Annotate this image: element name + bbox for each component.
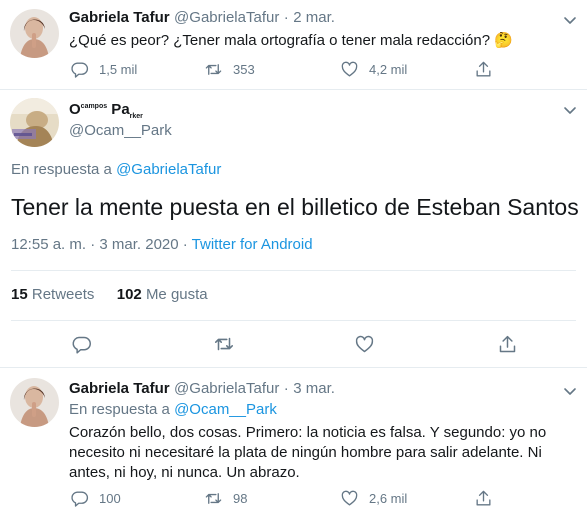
heart-icon <box>340 489 359 508</box>
retweet-icon <box>213 333 235 355</box>
reply-button[interactable]: 1,5 mil <box>70 59 137 79</box>
tweet-header: Gabriela Tafur @GabrielaTafur · 2 mar. <box>69 9 335 27</box>
divider <box>0 89 587 90</box>
reply-count: 1,5 mil <box>99 61 138 77</box>
divider <box>11 270 576 271</box>
reply-button[interactable]: 100 <box>70 488 121 508</box>
tweet-text: Corazón bello, dos cosas. Primero: la no… <box>69 424 547 481</box>
retweet-button[interactable]: 353 <box>204 59 255 79</box>
thinking-face-emoji: 🤔 <box>494 32 513 49</box>
avatar[interactable] <box>10 9 59 58</box>
likes-count: 102 <box>116 286 142 303</box>
name-part: rker <box>129 113 143 120</box>
likes-stat[interactable]: 102 Me gusta <box>117 286 208 303</box>
avatar[interactable] <box>10 98 59 147</box>
reply-icon <box>71 334 92 355</box>
chevron-down-icon[interactable] <box>562 383 578 399</box>
tweet-text: Tener la mente puesta en el billetico de… <box>11 194 579 220</box>
chevron-down-icon[interactable] <box>562 12 578 28</box>
heart-icon <box>354 334 375 355</box>
author-name[interactable]: Gabriela Tafur <box>69 380 170 397</box>
share-icon <box>474 489 493 508</box>
retweet-button[interactable]: 98 <box>204 488 247 508</box>
reply-button[interactable] <box>71 334 92 354</box>
tweet-header: Gabriela Tafur @GabrielaTafur · 3 mar. <box>69 380 335 398</box>
tweet-date[interactable]: 3 mar. <box>293 380 335 397</box>
share-button[interactable] <box>474 488 493 508</box>
separator: · <box>283 380 289 397</box>
retweets-count: 15 <box>11 286 28 303</box>
author-name[interactable]: Ocampos Parker <box>69 101 143 120</box>
chevron-down-icon[interactable] <box>562 102 578 118</box>
tweet-text: ¿Qué es peor? ¿Tener mala ortografía o t… <box>69 31 569 51</box>
name-part: Pa <box>107 101 130 118</box>
share-button[interactable] <box>474 59 493 79</box>
share-icon <box>497 334 518 355</box>
tweet-body: ¿Qué es peor? ¿Tener mala ortografía o t… <box>69 32 491 49</box>
reply-context: En respuesta a @Ocam__Park <box>69 401 277 418</box>
divider <box>0 367 587 368</box>
reply-to-link[interactable]: @Ocam__Park <box>174 401 277 418</box>
retweets-stat[interactable]: 15 Retweets <box>11 286 94 303</box>
retweet-icon <box>204 60 223 79</box>
reply-context: En respuesta a @GabrielaTafur <box>11 161 221 178</box>
like-button[interactable] <box>354 334 375 354</box>
author-handle[interactable]: @GabrielaTafur <box>174 380 279 397</box>
tweet-timestamp[interactable]: 12:55 a. m. · 3 mar. 2020 <box>11 236 179 253</box>
share-icon <box>474 60 493 79</box>
retweet-button[interactable] <box>213 334 235 354</box>
separator: · <box>283 9 289 26</box>
tweet-meta: 12:55 a. m. · 3 mar. 2020 · Twitter for … <box>11 236 313 253</box>
like-count: 2,6 mil <box>369 490 408 506</box>
heart-icon <box>340 60 359 79</box>
separator: · <box>182 236 188 253</box>
source-link[interactable]: Twitter for Android <box>192 236 313 253</box>
likes-label: Me gusta <box>145 286 208 303</box>
reply-prefix: En respuesta a <box>69 401 170 418</box>
tweet-stats: 15 Retweets 102 Me gusta <box>11 286 208 303</box>
name-part: O <box>69 101 81 118</box>
reply-count: 100 <box>99 490 121 506</box>
like-button[interactable]: 4,2 mil <box>340 59 407 79</box>
reply-to-link[interactable]: @GabrielaTafur <box>116 161 221 178</box>
author-name[interactable]: Gabriela Tafur <box>69 9 170 26</box>
reply-icon <box>70 60 89 79</box>
author-handle[interactable]: @Ocam__Park <box>69 122 172 139</box>
like-button[interactable]: 2,6 mil <box>340 488 407 508</box>
retweet-count: 353 <box>233 61 255 77</box>
retweet-count: 98 <box>233 490 248 506</box>
divider <box>11 320 576 321</box>
like-count: 4,2 mil <box>369 61 408 77</box>
reply-prefix: En respuesta a <box>11 161 112 178</box>
author-handle[interactable]: @GabrielaTafur <box>174 9 279 26</box>
reply-icon <box>70 489 89 508</box>
share-button[interactable] <box>497 334 518 354</box>
retweets-label: Retweets <box>31 286 95 303</box>
retweet-icon <box>204 489 223 508</box>
name-part: campos <box>80 103 108 110</box>
avatar[interactable] <box>10 378 59 427</box>
tweet-date[interactable]: 2 mar. <box>293 9 335 26</box>
